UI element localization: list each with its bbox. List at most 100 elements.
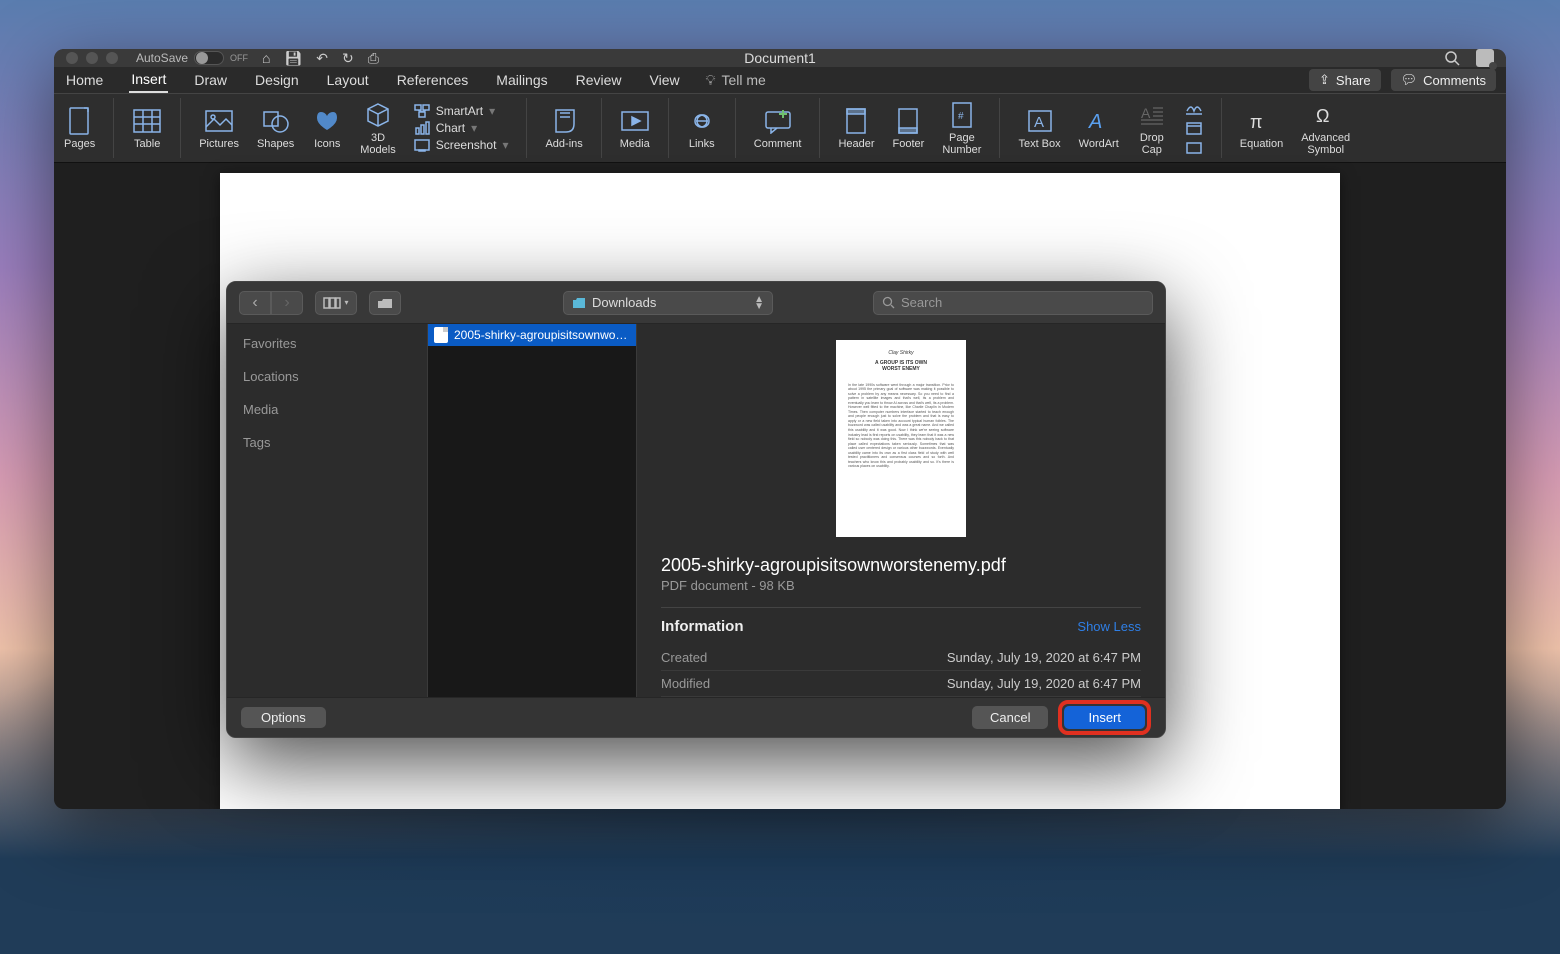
- ribbon-header[interactable]: Header: [838, 106, 874, 150]
- nav-buttons: ‹ ›: [239, 291, 303, 315]
- ribbon-smartart[interactable]: SmartArt▾: [414, 103, 509, 119]
- close-window[interactable]: [66, 52, 78, 64]
- tab-insert[interactable]: Insert: [129, 67, 168, 93]
- ribbon-media[interactable]: Media: [620, 106, 650, 150]
- forward-button[interactable]: ›: [271, 291, 303, 315]
- comments-button[interactable]: 💬︎Comments: [1391, 69, 1496, 91]
- ribbon-table[interactable]: Table: [132, 106, 162, 150]
- ribbon-illustrations-stack: SmartArt▾ Chart▾ Screenshot▾: [414, 103, 509, 153]
- ribbon-pictures[interactable]: Pictures: [199, 106, 239, 150]
- object-icon[interactable]: [1185, 141, 1203, 155]
- share-button[interactable]: ⇪Share: [1309, 69, 1381, 91]
- redo-icon[interactable]: ↻: [342, 50, 354, 67]
- tab-mailings[interactable]: Mailings: [494, 68, 549, 92]
- user-avatar-icon[interactable]: [1476, 49, 1494, 67]
- sidebar-item-media[interactable]: Media: [243, 402, 411, 417]
- toggle-switch[interactable]: [194, 51, 224, 65]
- ribbon-symbol[interactable]: Ω Advanced Symbol: [1301, 100, 1350, 156]
- cancel-button[interactable]: Cancel: [972, 706, 1048, 729]
- document-title: Document1: [744, 50, 816, 66]
- ribbon-wordart[interactable]: A WordArt: [1079, 106, 1119, 150]
- information-table: CreatedSunday, July 19, 2020 at 6:47 PMM…: [661, 645, 1141, 697]
- ribbon-text-box[interactable]: A Text Box: [1018, 106, 1060, 150]
- sidebar-item-tags[interactable]: Tags: [243, 435, 411, 450]
- svg-text:Ω: Ω: [1316, 106, 1329, 126]
- info-row: ModifiedSunday, July 19, 2020 at 6:47 PM: [661, 671, 1141, 697]
- svg-text:#: #: [958, 111, 964, 122]
- ribbon-screenshot[interactable]: Screenshot▾: [414, 137, 509, 153]
- group-button[interactable]: [369, 291, 401, 315]
- ribbon-footer[interactable]: Footer: [893, 106, 925, 150]
- ribbon-addins[interactable]: Add-ins: [545, 106, 582, 150]
- titlebar: AutoSave OFF ⌂ 💾︎ ↶ ↻ ⎙ Document1: [54, 49, 1506, 67]
- share-icon: ⇪: [1319, 72, 1330, 88]
- show-less-link[interactable]: Show Less: [1077, 619, 1141, 634]
- zoom-window[interactable]: [106, 52, 118, 64]
- location-dropdown[interactable]: Downloads ▲▼: [563, 291, 773, 315]
- file-name: 2005-shirky-agroupisitsownworstenemy.pdf: [454, 328, 630, 342]
- home-icon[interactable]: ⌂: [262, 50, 270, 67]
- date-icon[interactable]: [1185, 121, 1203, 135]
- info-row: CreatedSunday, July 19, 2020 at 6:47 PM: [661, 645, 1141, 671]
- preview-filename: 2005-shirky-agroupisitsownworstenemy.pdf: [661, 555, 1141, 576]
- preview-meta: PDF document - 98 KB: [661, 578, 1141, 593]
- ribbon-equation[interactable]: π Equation: [1240, 106, 1283, 150]
- information-heading: Information: [661, 618, 744, 635]
- signature-icon[interactable]: [1185, 101, 1203, 115]
- tab-home[interactable]: Home: [64, 68, 105, 92]
- svg-text:A: A: [1088, 111, 1102, 133]
- autosave-state: OFF: [230, 53, 248, 63]
- insert-button[interactable]: Insert: [1064, 706, 1145, 729]
- window-controls: [66, 52, 118, 64]
- save-icon[interactable]: 💾︎: [285, 50, 303, 67]
- sidebar-item-favorites[interactable]: Favorites: [243, 336, 411, 351]
- file-icon: [434, 327, 448, 343]
- tab-review[interactable]: Review: [574, 68, 624, 92]
- file-row-selected[interactable]: 2005-shirky-agroupisitsownworstenemy.pdf: [428, 324, 636, 346]
- svg-text:π: π: [1250, 112, 1262, 132]
- view-mode-button[interactable]: ▾: [315, 291, 357, 315]
- ribbon-chart[interactable]: Chart▾: [414, 120, 509, 136]
- options-button[interactable]: Options: [241, 707, 326, 728]
- svg-text:A: A: [1034, 114, 1044, 131]
- ribbon-tabs: Home Insert Draw Design Layout Reference…: [54, 67, 1506, 94]
- comment-icon: 💬︎: [1401, 72, 1418, 88]
- autosave-toggle[interactable]: AutoSave OFF: [136, 51, 248, 65]
- location-label: Downloads: [592, 295, 656, 310]
- preview-column: Clay Shirky A GROUP IS ITS OWN WORST ENE…: [637, 324, 1165, 697]
- ribbon-pages[interactable]: Pages: [64, 106, 95, 150]
- tab-references[interactable]: References: [395, 68, 471, 92]
- ribbon-shapes[interactable]: Shapes: [257, 106, 294, 150]
- file-list-column: 2005-shirky-agroupisitsownworstenemy.pdf: [427, 324, 637, 697]
- search-input[interactable]: Search: [873, 291, 1153, 315]
- search-placeholder: Search: [901, 295, 942, 310]
- tab-draw[interactable]: Draw: [192, 68, 229, 92]
- ribbon-comment[interactable]: Comment: [754, 106, 802, 150]
- svg-text:A: A: [1141, 105, 1151, 121]
- ribbon-drop-cap[interactable]: A Drop Cap: [1137, 100, 1167, 156]
- ribbon-page-number[interactable]: # Page Number: [942, 100, 981, 156]
- ribbon-3d-models[interactable]: 3D Models: [360, 100, 395, 156]
- dialog-footer: Options Cancel Insert: [227, 697, 1165, 737]
- ribbon-text-extra: [1185, 101, 1203, 155]
- tab-design[interactable]: Design: [253, 68, 301, 92]
- minimize-window[interactable]: [86, 52, 98, 64]
- sidebar-item-locations[interactable]: Locations: [243, 369, 411, 384]
- search-icon[interactable]: [1444, 50, 1460, 66]
- autosave-label: AutoSave: [136, 51, 188, 65]
- ribbon: Pages Table Pictures Shapes Icons 3D Mod…: [54, 94, 1506, 163]
- undo-icon[interactable]: ↶: [316, 50, 328, 67]
- tell-me[interactable]: 💡︎ Tell me: [706, 72, 766, 89]
- chevron-updown-icon: ▲▼: [754, 296, 764, 310]
- insert-highlight: Insert: [1058, 700, 1151, 735]
- back-button[interactable]: ‹: [239, 291, 271, 315]
- tab-view[interactable]: View: [648, 68, 682, 92]
- quick-access: ⌂ 💾︎ ↶ ↻ ⎙: [262, 50, 379, 67]
- bulb-icon: 💡︎: [706, 72, 716, 89]
- ribbon-links[interactable]: Links: [687, 106, 717, 150]
- tab-layout[interactable]: Layout: [325, 68, 371, 92]
- ribbon-icons[interactable]: Icons: [312, 106, 342, 150]
- file-thumbnail: Clay Shirky A GROUP IS ITS OWN WORST ENE…: [836, 340, 966, 537]
- print-icon[interactable]: ⎙: [368, 50, 379, 67]
- file-open-dialog: ‹ › ▾ Downloads ▲▼ Search Favorites Loca…: [226, 281, 1166, 738]
